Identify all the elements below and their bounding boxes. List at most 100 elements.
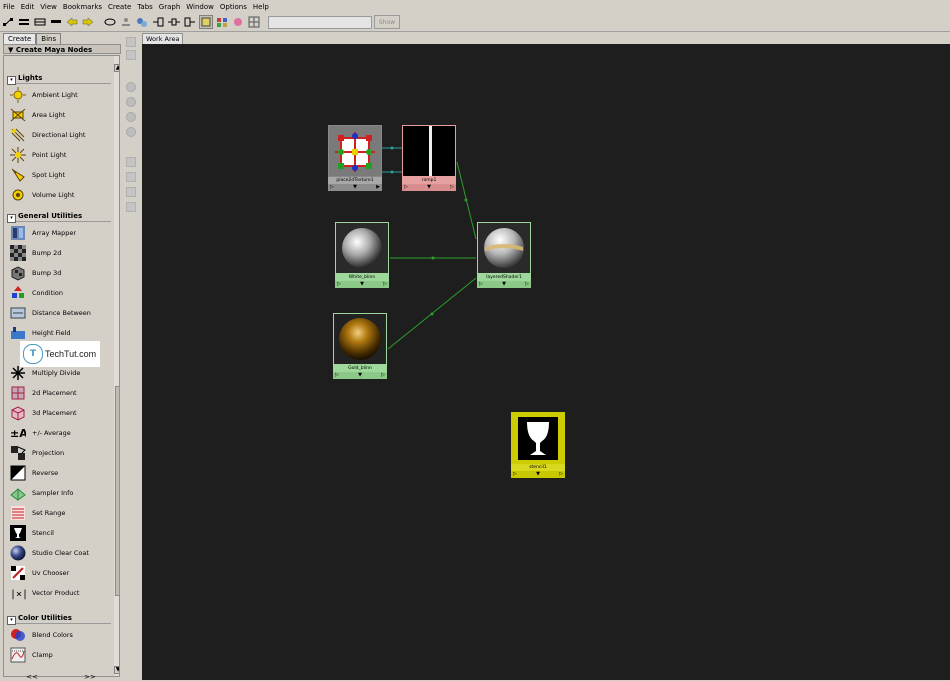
menu-options[interactable]: Options [217, 2, 250, 13]
create-maya-nodes-header[interactable]: ▼ Create Maya Nodes [3, 44, 121, 54]
hypershade-work-area[interactable]: place2dTexture1 ▷ ▼ ▶ ramp1 ▷ ▼ ▷ White_blin… [142, 44, 950, 680]
list-item-ambient-light[interactable]: Ambient Light [10, 86, 78, 104]
list-item-spot-light[interactable]: Spot Light [10, 166, 65, 184]
sort-icon[interactable] [215, 15, 229, 29]
list-item-projection[interactable]: Projection [10, 444, 64, 462]
menu-graph[interactable]: Graph [156, 2, 183, 13]
eraser-icon[interactable] [103, 15, 117, 29]
swatch-display-icon[interactable] [199, 15, 213, 29]
list-item-bump-3d[interactable]: Bump 3d [10, 264, 61, 282]
strip-sphere-icon[interactable] [126, 97, 136, 107]
expand-arrow-icon[interactable]: ▼ [502, 281, 506, 288]
input-port-icon[interactable]: ▷ [335, 372, 339, 379]
list-item-point-light[interactable]: Point Light [10, 146, 66, 164]
list-item-clamp[interactable]: Clamp [10, 646, 53, 664]
list-item-area-light[interactable]: Area Light [10, 106, 65, 124]
nav-forward-button[interactable]: >> [84, 674, 96, 681]
list-item-3d-placement[interactable]: 3d Placement [10, 404, 77, 422]
input-output-connections-icon[interactable] [1, 15, 15, 29]
output-port-icon[interactable]: ▷ [559, 471, 563, 478]
input-output-icon[interactable] [167, 15, 181, 29]
nav-back-button[interactable]: << [26, 674, 38, 681]
list-item-blend-colors[interactable]: Blend Colors [10, 626, 73, 644]
arrow-right-icon[interactable] [81, 15, 95, 29]
connection-dot [464, 198, 468, 202]
arrow-left-icon[interactable] [65, 15, 79, 29]
expand-arrow-icon[interactable]: ▼ [427, 184, 431, 191]
list-item-uv-chooser[interactable]: Uv Chooser [10, 564, 69, 582]
layout-minimal-icon[interactable] [49, 15, 63, 29]
tab-create[interactable]: Create [3, 33, 37, 44]
list-item-condition[interactable]: Condition [10, 284, 63, 302]
output-port-icon[interactable]: ▶ [376, 184, 380, 191]
show-filter-input[interactable] [268, 15, 372, 29]
list-item-distance-between[interactable]: Distance Between [10, 304, 91, 322]
input-port-icon[interactable]: ▷ [337, 281, 341, 288]
list-item-reverse[interactable]: Reverse [10, 464, 58, 482]
item-label: Set Range [32, 509, 66, 517]
input-port-icon[interactable]: ▷ [513, 471, 517, 478]
strip-sphere-icon[interactable] [126, 82, 136, 92]
list-item-2d-placement[interactable]: 2d Placement [10, 384, 77, 402]
list-item-height-field[interactable]: Height Field [10, 324, 71, 342]
section-color-utilities-header[interactable]: ▾ Color Utilities [7, 613, 111, 625]
tab-work-area[interactable]: Work Area [142, 33, 184, 44]
menu-help[interactable]: Help [250, 2, 272, 13]
list-item-directional-light[interactable]: Directional Light [10, 126, 85, 144]
graph-up-icon[interactable] [119, 15, 133, 29]
menu-edit[interactable]: Edit [18, 2, 38, 13]
scroll-up-arrow-icon[interactable]: ▲ [114, 64, 119, 72]
menu-create[interactable]: Create [105, 2, 134, 13]
expand-arrow-icon[interactable]: ▼ [536, 471, 540, 478]
list-item-studio-clear-coat[interactable]: Studio Clear Coat [10, 544, 89, 562]
list-item-bump-2d[interactable]: Bump 2d [10, 244, 61, 262]
list-item-stencil[interactable]: Stencil [10, 524, 54, 542]
input-connections-icon[interactable] [151, 15, 165, 29]
strip-tool-icon[interactable] [126, 157, 136, 167]
output-port-icon[interactable]: ▷ [383, 281, 387, 288]
scroll-down-arrow-icon[interactable]: ▼ [114, 666, 119, 674]
input-port-icon[interactable]: ▷ [330, 184, 334, 191]
strip-tool-icon[interactable] [126, 37, 136, 47]
show-button[interactable]: Show [374, 15, 400, 29]
expand-arrow-icon[interactable]: ▼ [358, 372, 362, 379]
list-item-sampler-info[interactable]: Sampler Info [10, 484, 73, 502]
grid-icon[interactable] [247, 15, 261, 29]
menu-bookmarks[interactable]: Bookmarks [60, 2, 105, 13]
input-port-icon[interactable]: ▷ [404, 184, 408, 191]
item-label: Sampler Info [32, 489, 74, 497]
output-connections-icon[interactable] [183, 15, 197, 29]
layout-full-icon[interactable] [17, 15, 31, 29]
section-general-utilities-header[interactable]: ▾ General Utilities [7, 211, 111, 223]
rearrange-icon[interactable] [231, 15, 245, 29]
strip-tool-icon[interactable] [126, 202, 136, 212]
section-lights-header[interactable]: ▾ Lights [7, 73, 111, 85]
strip-tool-icon[interactable] [126, 187, 136, 197]
menu-tabs[interactable]: Tabs [134, 2, 156, 13]
scrollbar-thumb[interactable] [115, 386, 119, 596]
graph-nodes-icon[interactable] [135, 15, 149, 29]
list-item-plus-minus-average[interactable]: ±A +/- Average [10, 424, 71, 442]
menu-window[interactable]: Window [183, 2, 217, 13]
node-list-scrollbar[interactable]: ▲ ▼ [114, 56, 119, 676]
strip-tool-icon[interactable] [126, 50, 136, 60]
menu-view[interactable]: View [37, 2, 60, 13]
strip-tool-icon[interactable] [126, 172, 136, 182]
layout-simple-icon[interactable] [33, 15, 47, 29]
list-item-array-mapper[interactable]: Array Mapper [10, 224, 76, 242]
list-item-volume-light[interactable]: Volume Light [10, 186, 74, 204]
output-port-icon[interactable]: ▷ [525, 281, 529, 288]
input-port-icon[interactable]: ▷ [479, 281, 483, 288]
strip-sphere-icon[interactable] [126, 112, 136, 122]
menu-file[interactable]: File [0, 2, 18, 13]
output-port-icon[interactable]: ▷ [450, 184, 454, 191]
list-item-vector-product[interactable]: |×| Vector Product [10, 584, 79, 602]
expand-arrow-icon[interactable]: ▼ [353, 184, 357, 191]
strip-sphere-icon[interactable] [126, 127, 136, 137]
list-item-set-range[interactable]: Set Range [10, 504, 65, 522]
tab-bins[interactable]: Bins [36, 33, 62, 44]
expand-arrow-icon[interactable]: ▼ [360, 281, 364, 288]
output-port-icon[interactable]: ▷ [381, 372, 385, 379]
bump-2d-icon [10, 245, 26, 261]
toolbar-separator [97, 15, 101, 29]
